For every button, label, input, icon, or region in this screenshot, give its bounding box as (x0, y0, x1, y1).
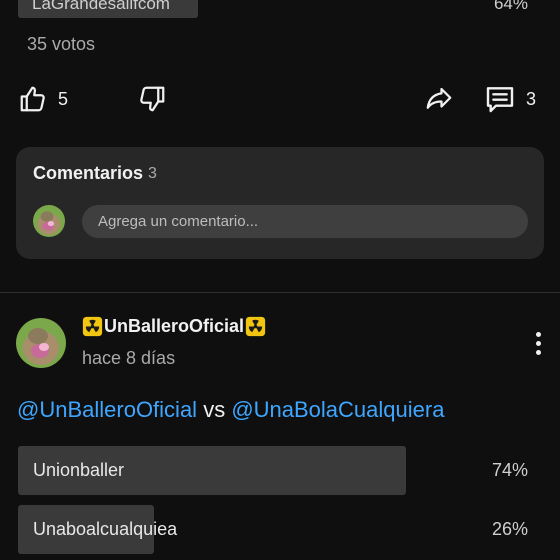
divider (0, 292, 560, 293)
like-count: 5 (58, 88, 69, 109)
more-options-button[interactable] (528, 328, 548, 358)
previous-poll-option-percent: 64% (493, 0, 528, 13)
radioactive-icon (82, 316, 103, 337)
previous-poll-option[interactable]: LaGrandesalifcom (18, 0, 198, 18)
poll-option-label: Unaboalcualquiea (33, 519, 178, 539)
like-button[interactable]: 5 (18, 82, 68, 116)
poll-option-label: Unionballer (33, 460, 125, 480)
more-vert-icon (535, 331, 541, 337)
author-name[interactable]: UnBalleroOficial (82, 316, 266, 337)
comment-icon (484, 83, 516, 115)
share-icon (423, 84, 455, 114)
thumbs-up-icon (18, 84, 48, 114)
comment-count: 3 (526, 88, 537, 109)
comment-input[interactable]: Agrega un comentario... (82, 205, 528, 238)
user-avatar (33, 205, 65, 237)
poll-option[interactable]: Unaboalcualquiea 26% (18, 505, 542, 554)
post-timestamp: hace 8 días (82, 348, 176, 368)
comments-title: Comentarios (33, 163, 144, 183)
poll-option-percent: 74% (491, 460, 528, 480)
author-name-text: UnBalleroOficial (104, 316, 245, 336)
mention-link[interactable]: @UnaBolaCualquiera (231, 397, 444, 422)
dislike-button[interactable] (137, 82, 167, 116)
thumbs-down-icon (137, 84, 167, 114)
radioactive-icon (245, 316, 266, 337)
share-button[interactable] (423, 82, 455, 116)
poll-option-percent: 26% (491, 519, 528, 539)
comments-card[interactable]: Comentarios 3 Agrega un comentario... (16, 147, 544, 259)
post-text-connector: vs (203, 397, 226, 422)
post-text: @UnBalleroOficial vs @UnaBolaCualquiera (17, 397, 444, 423)
comments-button[interactable]: 3 (484, 82, 536, 116)
author-avatar[interactable] (16, 318, 66, 368)
poll-option[interactable]: Unionballer 74% (18, 446, 542, 495)
previous-poll-option-label: LaGrandesalifcom (32, 0, 170, 13)
vote-count: 35 votos (27, 34, 96, 54)
comments-count: 3 (148, 165, 157, 182)
mention-link[interactable]: @UnBalleroOficial (17, 397, 197, 422)
